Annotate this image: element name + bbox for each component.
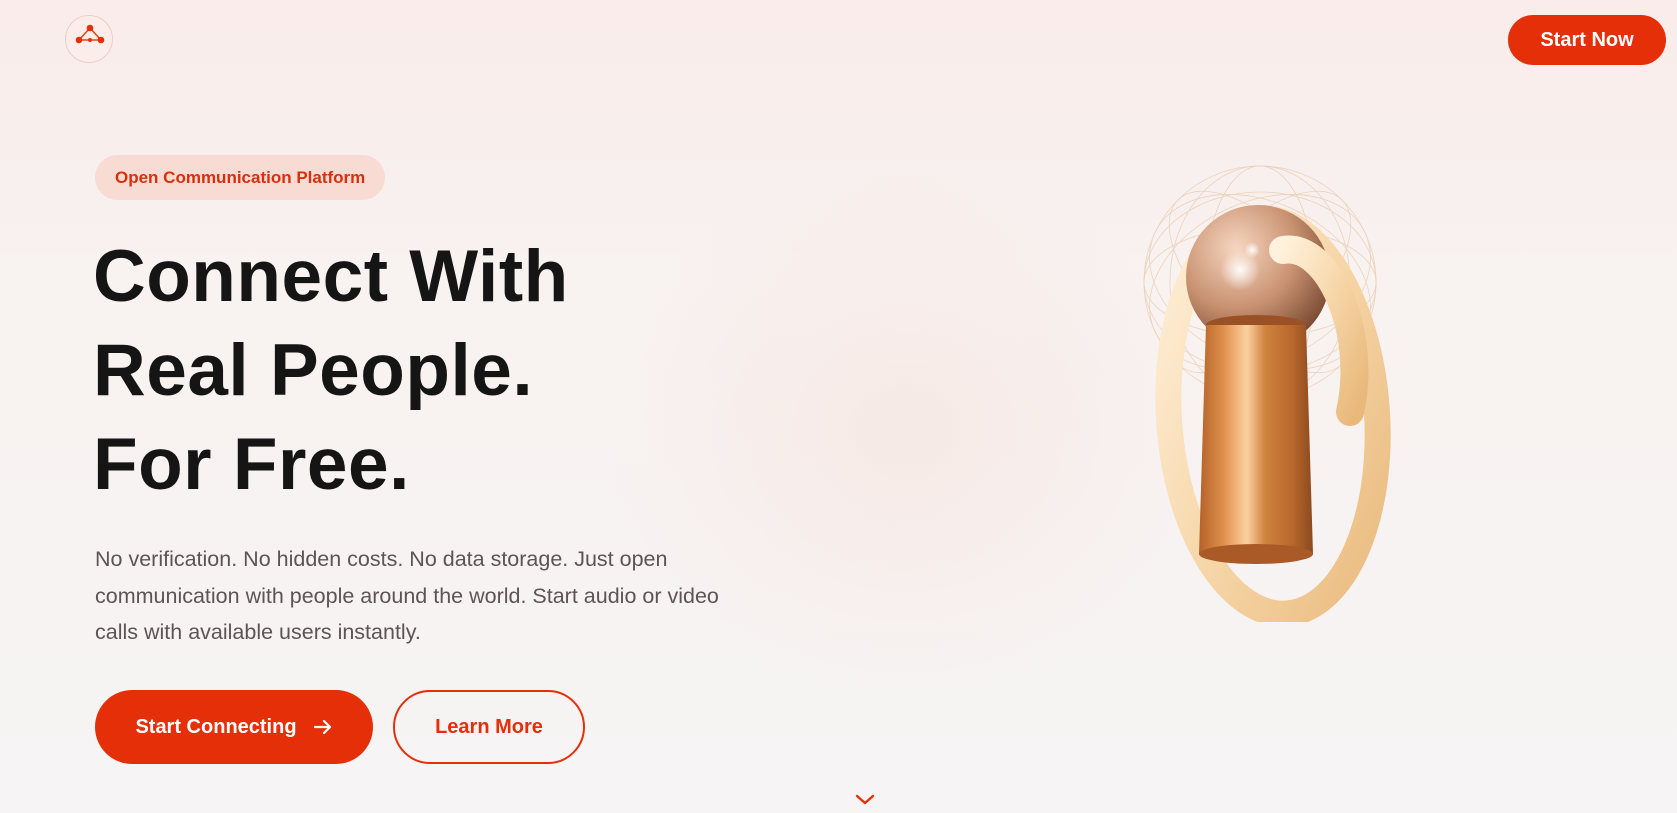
start-connecting-button[interactable]: Start Connecting [95,690,373,764]
learn-more-button[interactable]: Learn More [393,690,585,764]
network-nodes-icon [75,24,105,44]
chevron-down-icon[interactable] [852,792,878,808]
arrow-right-icon [313,718,333,736]
logo[interactable] [65,15,113,63]
hero-description: No verification. No hidden costs. No dat… [95,547,719,644]
headline-line: Connect With [93,236,569,317]
start-now-button[interactable]: Start Now [1508,15,1666,65]
start-connecting-label: Start Connecting [135,715,297,738]
platform-badge: Open Communication Platform [95,155,386,200]
headline-line: For Free. [93,424,410,505]
hero-headline: Connect With Real People. For Free. [93,230,569,512]
microphone-ring-illustration [1143,165,1391,622]
headline-line: Real People. [93,330,534,411]
